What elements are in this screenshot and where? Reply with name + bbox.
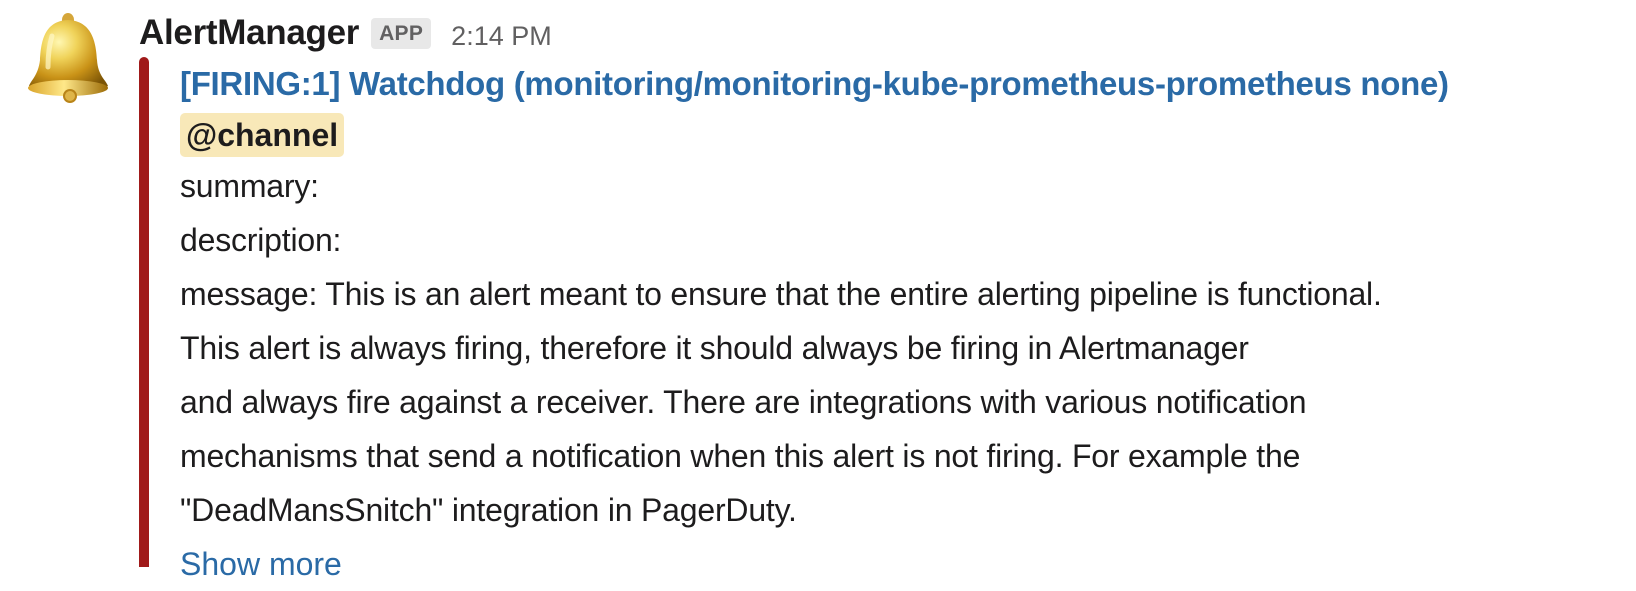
message-header: AlertManager APP 2:14 PM <box>139 10 552 56</box>
channel-mention[interactable]: @channel <box>180 113 345 157</box>
sender-name[interactable]: AlertManager <box>139 13 359 53</box>
bell-icon[interactable] <box>24 8 122 106</box>
alert-title-link[interactable]: [FIRING:1] Watchdog (monitoring/monitori… <box>180 63 1620 105</box>
alert-color-bar <box>139 57 149 567</box>
alert-attachment: [FIRING:1] Watchdog (monitoring/monitori… <box>180 57 1620 591</box>
message-line: mechanisms that send a notification when… <box>180 438 1301 474</box>
summary-field: summary: <box>180 168 319 204</box>
message-line: message: This is an alert meant to ensur… <box>180 276 1382 312</box>
description-field: description: <box>180 222 342 258</box>
slack-message: AlertManager APP 2:14 PM [FIRING:1] Watc… <box>0 0 1636 582</box>
show-more-link[interactable]: Show more <box>180 537 1620 591</box>
app-badge: APP <box>371 17 432 49</box>
message-line: and always fire against a receiver. Ther… <box>180 384 1307 420</box>
message-line: This alert is always firing, therefore i… <box>180 330 1249 366</box>
message-timestamp[interactable]: 2:14 PM <box>451 21 552 52</box>
message-line: "DeadMansSnitch" integration in PagerDut… <box>180 492 797 528</box>
